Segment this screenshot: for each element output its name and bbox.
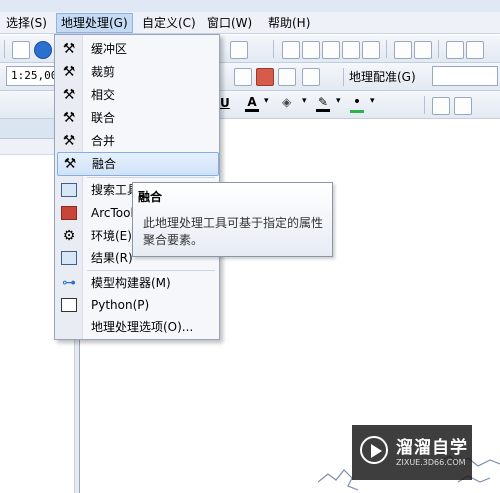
menu-window[interactable]: 窗口(W) bbox=[203, 14, 256, 32]
search-window-icon bbox=[61, 182, 77, 198]
hammer-icon: ⚒ bbox=[62, 133, 76, 149]
menu-item-model-builder[interactable]: ⊶ 模型构建器(M) bbox=[57, 272, 217, 294]
underline-icon[interactable]: U bbox=[220, 96, 230, 110]
edit-vertices-icon[interactable] bbox=[302, 41, 320, 59]
menu-geoprocessing[interactable]: 地理处理(G) bbox=[56, 13, 133, 33]
play-logo-icon bbox=[360, 436, 388, 464]
menu-item-label: 合并 bbox=[91, 134, 116, 148]
edit-tool-icon[interactable] bbox=[282, 41, 300, 59]
results-icon bbox=[61, 250, 77, 266]
fill-color-icon[interactable]: ◈ bbox=[282, 95, 291, 109]
menu-item-label: 缓冲区 bbox=[91, 42, 128, 56]
menu-help[interactable]: 帮助(H) bbox=[264, 14, 314, 32]
menu-item-label: 结果(R) bbox=[91, 251, 133, 265]
catalog-icon[interactable] bbox=[234, 68, 252, 86]
reshape-icon[interactable] bbox=[322, 41, 340, 59]
menu-item-geoprocessing-options[interactable]: 地理处理选项(O)... bbox=[57, 316, 217, 338]
chevron-down-icon[interactable]: ▾ bbox=[264, 96, 269, 106]
chevron-down-icon[interactable]: ▾ bbox=[370, 96, 375, 106]
window-top-strip bbox=[0, 0, 500, 12]
model-builder-icon[interactable] bbox=[302, 68, 320, 86]
dissolve-tooltip: 融合 此地理处理工具可基于指定的属性聚合要素。 bbox=[132, 182, 333, 257]
menu-item-intersect[interactable]: ⚒ 相交 bbox=[57, 84, 217, 106]
table-grid-icon[interactable] bbox=[432, 97, 450, 115]
menu-item-union[interactable]: ⚒ 联合 bbox=[57, 107, 217, 129]
arctoolbox-icon bbox=[61, 205, 77, 221]
toolbar-separator bbox=[438, 40, 439, 58]
menu-select[interactable]: 选择(S) bbox=[2, 14, 51, 32]
line-color-icon[interactable]: ✎ bbox=[316, 95, 330, 112]
toolbar-separator bbox=[386, 40, 387, 58]
toolbar-separator bbox=[273, 40, 274, 58]
hammer-icon: ⚒ bbox=[62, 110, 76, 126]
chevron-down-icon[interactable]: ▾ bbox=[302, 96, 307, 106]
cut-polygons-icon[interactable] bbox=[342, 41, 360, 59]
menu-item-label: Python(P) bbox=[91, 298, 150, 312]
watermark-title: 溜溜自学 bbox=[396, 438, 468, 458]
select-arrow-icon[interactable] bbox=[12, 41, 30, 59]
python-console-icon bbox=[61, 297, 77, 313]
tools-icon: ⚙ bbox=[62, 228, 76, 244]
map-scale-input[interactable]: 1:25,00 bbox=[6, 66, 57, 86]
rotate-icon[interactable] bbox=[362, 41, 380, 59]
menu-item-label: 模型构建器(M) bbox=[91, 276, 171, 290]
watermark-url: ZIXUE.3D66.COM bbox=[396, 458, 466, 467]
georeferencing-layer-select[interactable] bbox=[432, 66, 498, 86]
menu-bar: 选择(S) 地理处理(G) 自定义(C) 窗口(W) 帮助(H) bbox=[0, 12, 500, 34]
menu-item-label: 融合 bbox=[92, 157, 117, 171]
tooltip-description: 此地理处理工具可基于指定的属性聚合要素。 bbox=[143, 216, 324, 247]
menu-separator bbox=[87, 270, 215, 271]
georeferencing-dropdown[interactable]: 地理配准(G) bbox=[349, 68, 416, 86]
chevron-down-icon[interactable]: ▾ bbox=[336, 96, 341, 106]
menu-item-label: 联合 bbox=[91, 111, 116, 125]
menu-customize[interactable]: 自定义(C) bbox=[138, 14, 200, 32]
grid-icon[interactable] bbox=[394, 41, 412, 59]
menu-item-label: 地理处理选项(O)... bbox=[91, 320, 194, 334]
hammer-icon: ⚒ bbox=[62, 87, 76, 103]
hammer-icon: ⚒ bbox=[62, 41, 76, 57]
menu-item-label: 裁剪 bbox=[91, 65, 116, 79]
hammer-icon: ⚒ bbox=[63, 156, 77, 172]
sketch-properties-icon[interactable] bbox=[466, 41, 484, 59]
menu-item-label: 相交 bbox=[91, 88, 116, 102]
menu-item-merge[interactable]: ⚒ 合并 bbox=[57, 130, 217, 152]
arctoolbox-icon[interactable] bbox=[256, 68, 274, 86]
hammer-icon: ⚒ bbox=[62, 64, 76, 80]
tooltip-title: 融合 bbox=[138, 190, 163, 204]
toolbar-separator bbox=[4, 40, 5, 58]
toolbar-separator bbox=[424, 96, 425, 114]
attributes-icon[interactable] bbox=[446, 41, 464, 59]
python-icon[interactable] bbox=[278, 68, 296, 86]
identify-icon[interactable] bbox=[34, 41, 52, 59]
menu-separator bbox=[87, 177, 215, 178]
zoom-to-layer-icon[interactable] bbox=[230, 41, 248, 59]
marker-color-icon[interactable]: • bbox=[350, 94, 364, 113]
menu-item-dissolve[interactable]: ⚒ 融合 bbox=[57, 152, 219, 176]
menu-item-python[interactable]: Python(P) bbox=[57, 294, 217, 316]
layout-grid-icon[interactable] bbox=[454, 97, 472, 115]
model-builder-icon: ⊶ bbox=[62, 275, 76, 291]
watermark: 溜溜自学 ZIXUE.3D66.COM bbox=[352, 425, 472, 480]
grid-icon[interactable] bbox=[414, 41, 432, 59]
font-color-icon[interactable]: A bbox=[245, 95, 259, 112]
menu-item-clip[interactable]: ⚒ 裁剪 bbox=[57, 61, 217, 83]
toolbar-separator bbox=[343, 68, 344, 86]
menu-item-buffer[interactable]: ⚒ 缓冲区 bbox=[57, 38, 217, 60]
